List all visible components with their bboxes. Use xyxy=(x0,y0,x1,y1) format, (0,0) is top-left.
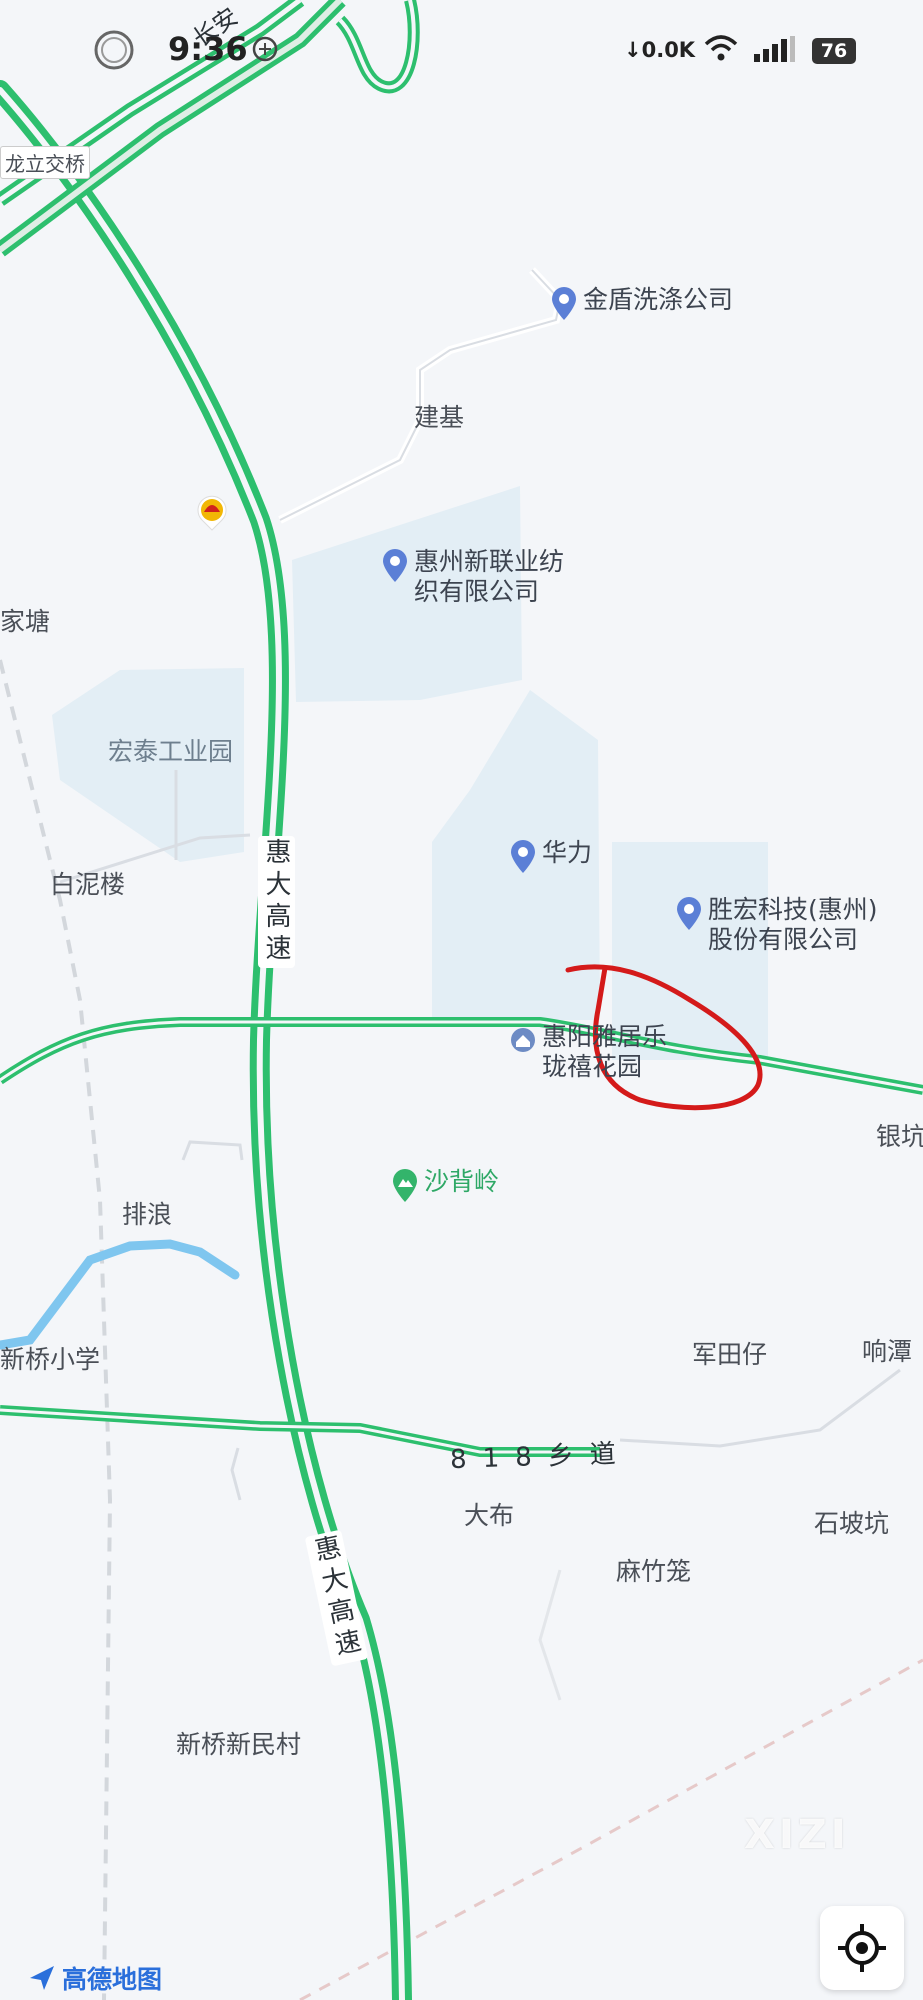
signal-icon xyxy=(754,36,795,62)
place-label: 新桥小学 xyxy=(0,1345,101,1374)
status-bar: 9:36 ↓0.0K 76 xyxy=(0,0,923,100)
minor-road xyxy=(230,1447,242,1501)
place-label: 石坡坑 xyxy=(814,1509,890,1538)
locate-button[interactable] xyxy=(820,1906,904,1990)
poi-label: 惠州新联业纺 织有限公司 xyxy=(414,547,565,606)
township-road-label: 818乡道 xyxy=(449,1438,633,1476)
notification-ring-icon xyxy=(94,30,134,70)
poi-xinlianye[interactable]: 惠州新联业纺 织有限公司 xyxy=(382,547,564,607)
highway-label: 惠大高速 xyxy=(258,836,295,968)
pin-icon xyxy=(677,897,701,930)
pin-icon xyxy=(511,840,535,873)
green-road-middle xyxy=(0,1017,923,1095)
place-label: 麻竹笼 xyxy=(616,1557,692,1586)
place-label: 新桥新民村 xyxy=(176,1730,302,1759)
wifi-icon xyxy=(704,35,738,61)
map-canvas[interactable] xyxy=(0,0,923,2000)
poi-shabeiling[interactable]: 沙背岭 xyxy=(392,1167,499,1203)
residence-icon xyxy=(511,1028,535,1052)
place-label: 大布 xyxy=(464,1501,515,1530)
minor-road xyxy=(538,1569,562,1701)
interchange-label: 龙立交桥 xyxy=(0,146,90,179)
pin-icon xyxy=(383,549,407,582)
carrier-icon xyxy=(252,36,278,62)
poi-yajule[interactable]: 惠阳雅居乐 珑禧花园 xyxy=(510,1022,667,1082)
place-label: 白泥楼 xyxy=(50,870,126,899)
battery-indicator: 76 xyxy=(812,38,856,64)
poi-label: 胜宏科技(惠州) 股份有限公司 xyxy=(708,895,878,954)
mountain-icon xyxy=(393,1169,417,1202)
place-label: 宏泰工业园 xyxy=(108,737,234,766)
railway xyxy=(0,659,113,2000)
place-label: 军田仔 xyxy=(692,1340,768,1369)
poi-huali[interactable]: 华力 xyxy=(510,838,592,874)
watermark: XIZI xyxy=(744,1812,850,1858)
minor-road xyxy=(181,1140,244,1161)
network-speed: ↓0.0K xyxy=(624,38,696,62)
poi-label: 华力 xyxy=(542,838,593,867)
minor-road xyxy=(279,269,562,521)
gas-station-icon[interactable] xyxy=(194,492,230,532)
pin-icon xyxy=(552,287,576,320)
amap-logo-icon xyxy=(30,1966,54,1990)
place-label: 建基 xyxy=(414,403,465,432)
poi-label: 沙背岭 xyxy=(424,1167,500,1196)
poi-shenghong[interactable]: 胜宏科技(惠州) 股份有限公司 xyxy=(676,895,878,955)
poi-label: 惠阳雅居乐 珑禧花园 xyxy=(542,1022,668,1081)
place-label: 银坑 xyxy=(876,1122,923,1151)
minor-road xyxy=(619,1368,901,1448)
amap-logo: 高德地图 xyxy=(28,1960,162,1996)
poi-label: 金盾洗涤公司 xyxy=(583,285,734,314)
place-label: 家塘 xyxy=(0,607,51,636)
poi-jindun[interactable]: 金盾洗涤公司 xyxy=(551,285,733,321)
place-label: 响潭 xyxy=(862,1337,913,1366)
place-label: 排浪 xyxy=(122,1200,173,1229)
river xyxy=(0,1239,240,1350)
crosshair-icon xyxy=(838,1924,886,1972)
